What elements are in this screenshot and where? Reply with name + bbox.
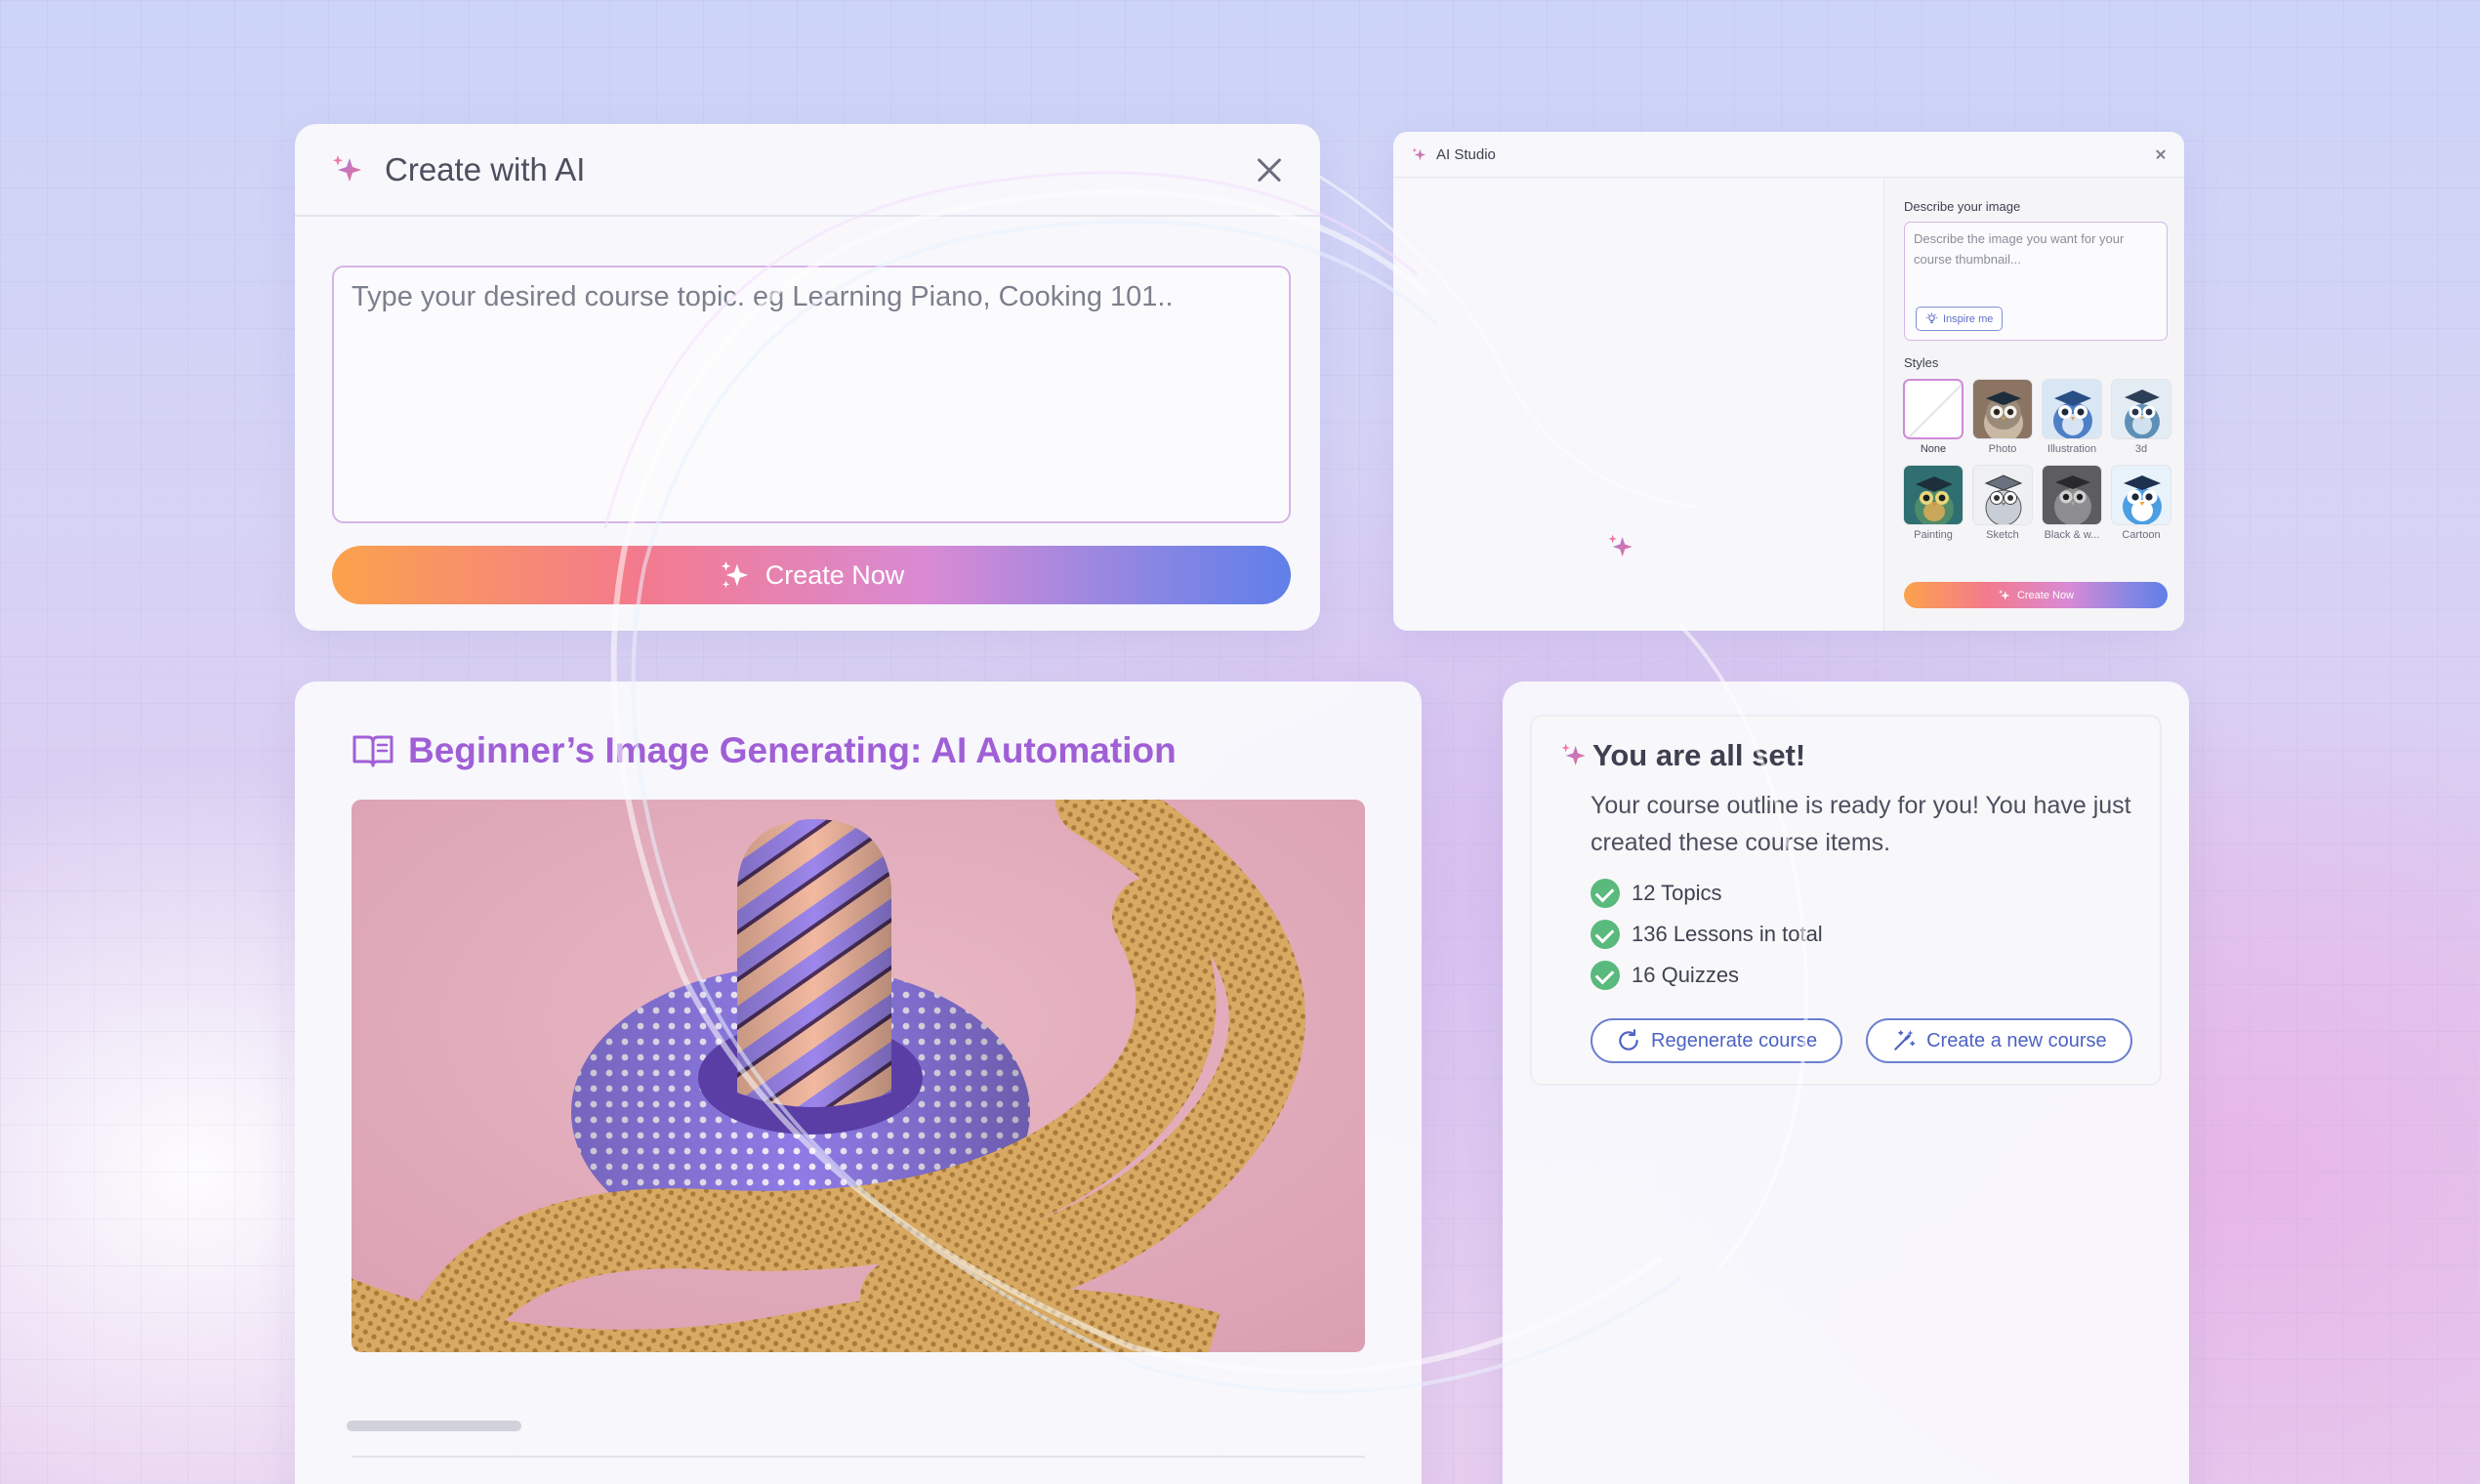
create-now-label: Create Now	[765, 559, 905, 590]
style-option-photo[interactable]: Photo	[1972, 379, 2033, 455]
image-preview-area	[1393, 178, 1883, 631]
created-items-list: 12 Topics 136 Lessons in total 16 Quizze…	[1591, 873, 1823, 996]
owl-sketch-thumbnail	[1973, 466, 2032, 524]
style-option-3d[interactable]: 3d	[2111, 379, 2171, 455]
style-thumbnail	[2042, 465, 2102, 525]
check-circle-icon	[1591, 920, 1620, 949]
style-thumbnail	[2042, 379, 2102, 439]
create-new-course-label: Create a new course	[1926, 1029, 2107, 1051]
style-name: Painting	[1914, 529, 1953, 541]
sparkle-icon	[721, 560, 748, 589]
course-title: Beginner’s Image Generating: AI Automati…	[408, 730, 1177, 770]
style-option-none[interactable]: None	[1903, 379, 1963, 455]
list-item: 16 Quizzes	[1591, 955, 1823, 996]
owl-3d-thumbnail	[2112, 380, 2170, 438]
style-name: None	[1920, 443, 1947, 455]
abstract-3d-artwork	[351, 800, 1365, 1352]
list-item: 12 Topics	[1591, 873, 1823, 914]
style-thumbnail	[1903, 379, 1963, 439]
owl-photo-thumbnail	[1973, 380, 2032, 438]
style-thumbnail	[2111, 465, 2171, 525]
check-circle-icon	[1591, 879, 1620, 908]
style-name: Photo	[1988, 443, 2017, 455]
owl-painting-thumbnail	[1904, 466, 1963, 524]
item-label: 12 Topics	[1632, 881, 1722, 905]
course-ready-title-row: You are all set!	[1559, 738, 1805, 773]
course-progress-bar	[347, 1421, 521, 1431]
book-icon	[352, 735, 393, 767]
course-title-row: Beginner’s Image Generating: AI Automati…	[351, 730, 1177, 771]
lightbulb-icon	[1925, 312, 1938, 324]
course-ready-panel: You are all set! Your course outline is …	[1530, 715, 2162, 1086]
course-topic-input[interactable]	[332, 266, 1291, 523]
style-thumbnail	[2111, 379, 2171, 439]
course-preview-card: Beginner’s Image Generating: AI Automati…	[295, 681, 1422, 1484]
create-with-ai-dialog: Create with AI Create Now	[295, 124, 1320, 631]
describe-image-box: Inspire me	[1904, 222, 2168, 341]
style-thumbnail	[1972, 465, 2033, 525]
check-circle-icon	[1591, 961, 1620, 990]
style-thumbnail	[1903, 465, 1963, 525]
dialog-title: Create with AI	[385, 150, 586, 187]
style-option-painting[interactable]: Painting	[1903, 465, 1963, 541]
sparkle-loading-icon	[1608, 534, 1633, 556]
close-icon[interactable]	[2155, 148, 2167, 160]
inspire-me-button[interactable]: Inspire me	[1916, 307, 2004, 331]
refresh-icon	[1619, 1029, 1638, 1051]
close-icon[interactable]	[1254, 154, 1285, 186]
studio-header: AI Studio	[1393, 132, 2184, 178]
ai-studio-dialog: AI Studio Describe your image Inspire me…	[1393, 132, 2184, 631]
style-name: Black & w...	[2044, 529, 2100, 541]
regenerate-course-button[interactable]: Regenerate course	[1591, 1018, 1843, 1063]
sparkle-icon	[1412, 146, 1426, 160]
describe-label: Describe your image	[1904, 199, 2021, 214]
describe-image-input[interactable]	[1914, 228, 2158, 297]
create-new-course-button[interactable]: Create a new course	[1866, 1018, 2132, 1063]
item-label: 136 Lessons in total	[1632, 922, 1823, 946]
studio-create-now-label: Create Now	[2016, 589, 2075, 601]
sparkle-icon	[333, 154, 361, 182]
sparkle-icon	[1561, 743, 1586, 765]
style-option-cartoon[interactable]: Cartoon	[2111, 465, 2171, 541]
style-option-illustration[interactable]: Illustration	[2042, 379, 2102, 455]
list-item: 136 Lessons in total	[1591, 914, 1823, 955]
course-ready-message: Your course outline is ready for you! Yo…	[1591, 792, 2131, 856]
sparkle-icon	[1999, 589, 2010, 600]
owl-illustration-thumbnail	[2043, 380, 2101, 438]
magic-wand-icon	[1894, 1030, 1916, 1051]
style-option-black-white[interactable]: Black & w...	[2042, 465, 2102, 541]
course-ready-card: You are all set! Your course outline is …	[1503, 681, 2189, 1484]
dialog-header: Create with AI	[295, 124, 1320, 217]
course-ready-title: You are all set!	[1592, 738, 1806, 772]
item-label: 16 Quizzes	[1632, 963, 1740, 987]
styles-label: Styles	[1904, 355, 1939, 370]
style-name: 3d	[2134, 443, 2148, 455]
style-thumbnail	[1972, 379, 2033, 439]
divider	[351, 1456, 1365, 1458]
style-name: Cartoon	[2122, 529, 2161, 541]
owl-black-white-thumbnail	[2043, 466, 2101, 524]
studio-settings-panel: Describe your image Inspire me Styles No…	[1883, 178, 2184, 631]
style-name: Sketch	[1986, 529, 2019, 541]
owl-cartoon-thumbnail	[2112, 466, 2170, 524]
create-now-button[interactable]: Create Now	[332, 546, 1291, 604]
studio-create-now-button[interactable]: Create Now	[1904, 582, 2168, 608]
course-thumbnail-image	[351, 800, 1365, 1352]
studio-title: AI Studio	[1436, 145, 1496, 163]
course-ready-actions: Regenerate course Create a new course	[1591, 1018, 2132, 1063]
style-option-sketch[interactable]: Sketch	[1972, 465, 2033, 541]
inspire-me-label: Inspire me	[1943, 312, 1994, 325]
styles-grid: None Photo Illustration 3d Painting Sket…	[1903, 379, 2176, 541]
regenerate-course-label: Regenerate course	[1651, 1029, 1818, 1051]
style-name: Illustration	[2046, 443, 2097, 455]
